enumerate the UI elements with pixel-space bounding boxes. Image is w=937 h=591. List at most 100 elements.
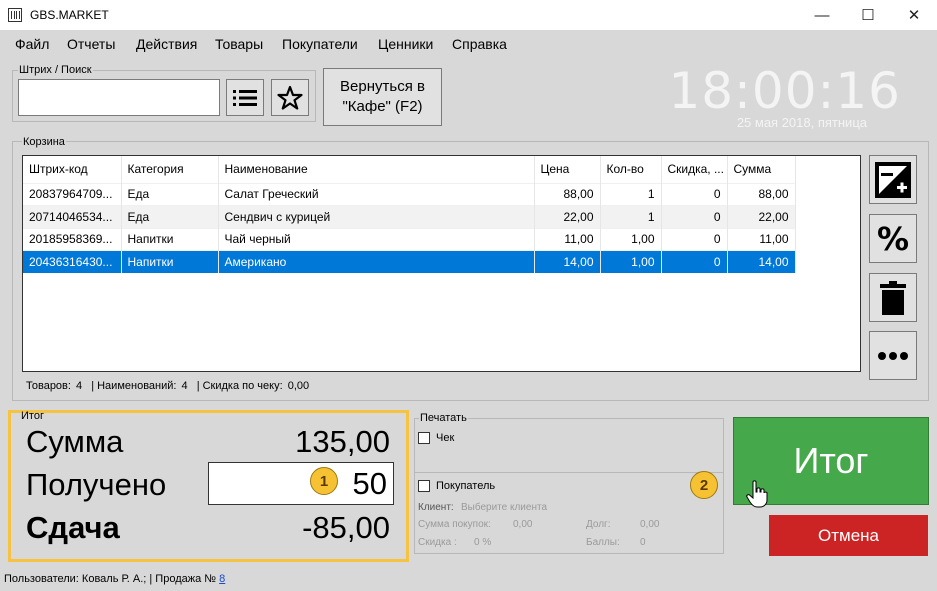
cell-qty: 1,00	[600, 250, 662, 273]
cell-category: Напитки	[121, 227, 219, 251]
col-discount[interactable]: Скидка, ...	[661, 156, 728, 183]
table-row[interactable]: 20185958369... Напитки Чай черный 11,00 …	[23, 227, 796, 251]
col-price[interactable]: Цена	[534, 156, 601, 183]
list-button[interactable]	[226, 79, 264, 116]
search-input[interactable]	[18, 79, 220, 116]
received-input[interactable]: 50	[208, 462, 394, 505]
menu-price-tags[interactable]: Ценники	[378, 36, 433, 52]
sale-label: | Продажа №	[149, 573, 217, 585]
menu-customers[interactable]: Покупатели	[282, 36, 358, 52]
sum-label: Сумма	[26, 424, 124, 459]
cancel-button[interactable]: Отмена	[769, 515, 928, 556]
cell-price: 88,00	[534, 182, 601, 206]
print-divider	[414, 472, 724, 473]
client-label: Клиент:	[418, 502, 454, 513]
star-icon	[277, 85, 303, 110]
received-label: Получено	[26, 467, 167, 502]
cell-barcode: 20185958369...	[23, 227, 122, 251]
col-barcode[interactable]: Штрих-код	[23, 156, 122, 183]
percent-icon: %	[878, 224, 908, 254]
edit-item-button[interactable]	[869, 155, 917, 204]
customer-checkbox-label: Покупатель	[436, 480, 496, 492]
more-button[interactable]	[869, 331, 917, 380]
check-discount-label: | Скидка по чеку:	[196, 380, 283, 392]
discount-button[interactable]: %	[869, 214, 917, 263]
menu-help[interactable]: Справка	[452, 36, 507, 52]
names-count-label: | Наименований:	[91, 380, 177, 392]
customer-discount-label: Скидка :	[418, 537, 457, 548]
users-value: Коваль Р. А.;	[81, 573, 147, 585]
cell-sum: 14,00	[727, 250, 796, 273]
menu-goods[interactable]: Товары	[215, 36, 263, 52]
delete-button[interactable]	[869, 273, 917, 322]
cell-discount: 0	[661, 250, 728, 273]
goods-count-label: Товаров:	[26, 380, 71, 392]
cell-discount: 0	[661, 205, 728, 228]
cell-category: Напитки	[121, 250, 219, 273]
step-badge-1: 1	[310, 467, 338, 495]
receipt-checkbox-label: Чек	[436, 432, 455, 444]
return-to-cafe-button[interactable]: Вернуться в "Кафе" (F2)	[323, 68, 442, 126]
cell-price: 22,00	[534, 205, 601, 228]
cell-barcode: 20837964709...	[23, 182, 122, 206]
cell-name: Американо	[218, 250, 535, 273]
purchases-label: Сумма покупок:	[418, 519, 491, 530]
cell-name: Чай черный	[218, 227, 535, 251]
cell-qty: 1	[600, 205, 662, 228]
more-icon	[878, 351, 908, 360]
points-value: 0	[640, 537, 646, 548]
cell-price: 11,00	[534, 227, 601, 251]
minimize-button[interactable]: —	[799, 0, 845, 30]
return-button-line1: Вернуться в	[340, 78, 425, 95]
table-row[interactable]: 20837964709... Еда Салат Греческий 88,00…	[23, 182, 796, 206]
debt-value: 0,00	[640, 519, 660, 530]
hand-cursor-icon	[746, 480, 768, 508]
status-bar: Пользователи: Коваль Р. А.; | Продажа № …	[4, 573, 225, 585]
col-sum[interactable]: Сумма	[727, 156, 796, 183]
favorites-button[interactable]	[271, 79, 309, 116]
cell-barcode: 20436316430...	[23, 250, 122, 273]
table-row-selected[interactable]: 20436316430... Напитки Американо 14,00 1…	[23, 250, 796, 273]
title-bar: GBS.MARKET — ☐ ✕	[0, 0, 937, 30]
clock-date: 25 мая 2018, пятница	[736, 115, 867, 130]
svg-text:%: %	[878, 224, 908, 254]
menu-file[interactable]: Файл	[15, 36, 49, 52]
cell-category: Еда	[121, 205, 219, 228]
cell-sum: 88,00	[727, 182, 796, 206]
col-category[interactable]: Категория	[121, 156, 219, 183]
customer-checkbox[interactable]	[418, 480, 430, 492]
table-row[interactable]: 20714046534... Еда Сендвич с курицей 22,…	[23, 205, 796, 228]
menu-actions[interactable]: Действия	[136, 36, 197, 52]
close-button[interactable]: ✕	[891, 0, 937, 30]
col-name[interactable]: Наименование	[218, 156, 535, 183]
step-badge-2: 2	[690, 471, 718, 499]
goods-count-value: 4	[76, 380, 83, 392]
return-button-line2: "Кафе" (F2)	[342, 98, 423, 115]
points-label: Баллы:	[586, 537, 620, 548]
window-title: GBS.MARKET	[30, 8, 109, 22]
clock-time: 18:00:16	[668, 62, 901, 120]
change-label: Сдача	[26, 510, 120, 545]
cell-discount: 0	[661, 227, 728, 251]
receipt-checkbox[interactable]	[418, 432, 430, 444]
menu-bar: Файл Отчеты Действия Товары Покупатели Ц…	[0, 31, 937, 55]
search-group-label: Штрих / Поиск	[18, 64, 93, 76]
cart-group-label: Корзина	[22, 136, 66, 148]
cell-name: Салат Греческий	[218, 182, 535, 206]
debt-label: Долг:	[586, 519, 611, 530]
cell-name: Сендвич с курицей	[218, 205, 535, 228]
client-select[interactable]: Выберите клиента	[461, 502, 547, 513]
menu-reports[interactable]: Отчеты	[67, 36, 115, 52]
print-group-label: Печатать	[419, 412, 468, 424]
change-value: -85,00	[302, 510, 390, 545]
trash-icon	[880, 280, 906, 315]
maximize-button[interactable]: ☐	[845, 0, 891, 30]
sale-number-link[interactable]: 8	[219, 573, 225, 585]
edit-add-icon	[875, 161, 911, 198]
users-label: Пользователи:	[4, 573, 79, 585]
names-count-value: 4	[181, 380, 188, 392]
col-qty[interactable]: Кол-во	[600, 156, 662, 183]
cart-table[interactable]: Штрих-код Категория Наименование Цена Ко…	[22, 155, 861, 372]
cell-sum: 11,00	[727, 227, 796, 251]
purchases-value: 0,00	[513, 519, 533, 530]
